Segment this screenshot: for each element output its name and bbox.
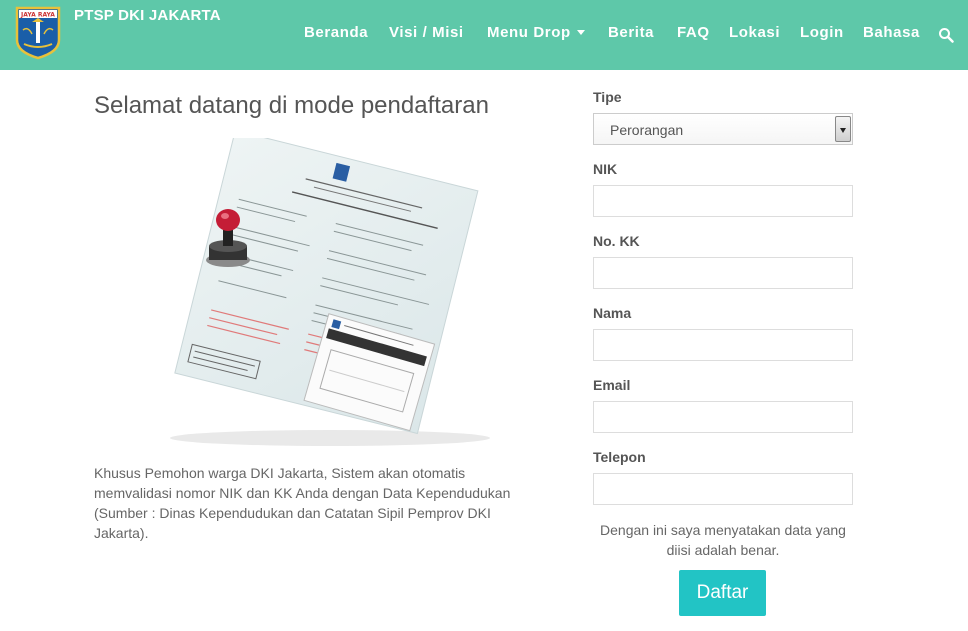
type-select[interactable]: Perorangan <box>593 113 853 145</box>
top-navbar: JAYA RAYA PTSP DKI JAKARTA Beranda Visi … <box>0 0 968 70</box>
register-button[interactable]: Daftar <box>679 570 766 616</box>
name-label: Nama <box>593 305 632 321</box>
email-label: Email <box>593 377 631 393</box>
type-select-value: Perorangan <box>610 122 684 138</box>
page-title: Selamat datang di mode pendaftaran <box>94 92 489 119</box>
svg-text:JAYA RAYA: JAYA RAYA <box>20 12 55 19</box>
intro-paragraph: Khusus Pemohon warga DKI Jakarta, Sistem… <box>94 465 511 541</box>
disclaimer-text: Dengan ini saya menyatakan data yang dii… <box>600 522 846 558</box>
main-nav: Beranda Visi / Misi Menu Drop Berita FAQ… <box>0 24 968 46</box>
caret-down-icon <box>576 29 585 35</box>
brand-name[interactable]: PTSP DKI JAKARTA <box>74 7 221 24</box>
email-input[interactable] <box>593 401 853 433</box>
permit-document-illustration <box>170 138 490 446</box>
nik-input[interactable] <box>593 185 853 217</box>
nav-berita[interactable]: Berita <box>608 24 654 41</box>
nav-visi-misi[interactable]: Visi / Misi <box>389 24 464 41</box>
nav-bahasa[interactable]: Bahasa <box>863 24 920 41</box>
type-label: Tipe <box>593 89 622 105</box>
nav-menu-drop[interactable]: Menu Drop <box>487 24 585 41</box>
chevron-down-icon[interactable] <box>835 116 851 142</box>
phone-input[interactable] <box>593 473 853 505</box>
search-icon[interactable] <box>938 27 954 43</box>
name-input[interactable] <box>593 329 853 361</box>
nav-beranda[interactable]: Beranda <box>304 24 368 41</box>
kk-label: No. KK <box>593 233 640 249</box>
nav-faq[interactable]: FAQ <box>677 24 710 41</box>
nav-lokasi[interactable]: Lokasi <box>729 24 780 41</box>
kk-input[interactable] <box>593 257 853 289</box>
nik-label: NIK <box>593 161 618 177</box>
nav-login[interactable]: Login <box>800 24 844 41</box>
phone-label: Telepon <box>593 449 646 465</box>
nav-menu-drop-label: Menu Drop <box>487 24 571 41</box>
